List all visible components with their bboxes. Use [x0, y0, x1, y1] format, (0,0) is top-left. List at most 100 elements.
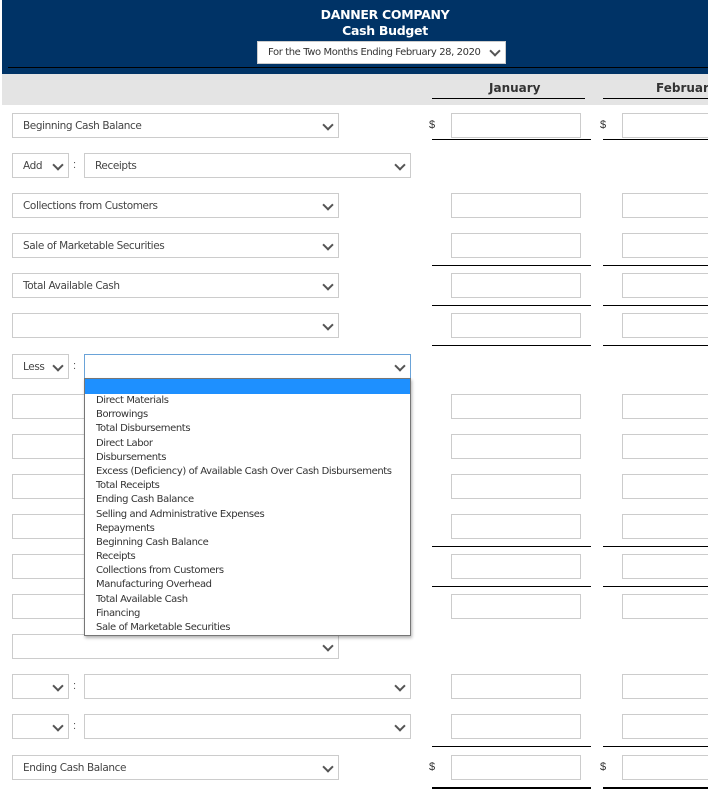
dropdown-option[interactable]: Direct Labor [85, 437, 410, 451]
total-rule [603, 787, 708, 789]
dropdown-option-blank-highlighted[interactable] [85, 379, 410, 394]
line-item-select[interactable]: Receipts [84, 153, 411, 178]
line-item-select-value: Collections from Customers [23, 200, 158, 212]
period-select[interactable]: For the Two Months Ending February 28, 2… [257, 41, 506, 64]
chevron-down-icon [322, 640, 334, 652]
operator-select-value: Add [23, 160, 43, 172]
january-amount-input[interactable] [451, 313, 581, 338]
january-amount-input[interactable] [451, 113, 581, 138]
dropdown-option[interactable]: Repayments [85, 522, 410, 536]
february-amount-input[interactable] [622, 474, 708, 499]
currency-symbol: $ [600, 119, 607, 131]
february-amount-input[interactable] [622, 554, 708, 579]
chevron-down-icon [52, 159, 64, 171]
dropdown-option[interactable]: Excess (Deficiency) of Available Cash Ov… [85, 465, 410, 479]
total-rule [603, 345, 708, 346]
february-amount-input[interactable] [622, 273, 708, 298]
january-amount-input[interactable] [451, 434, 581, 459]
colon-separator: : [73, 680, 77, 692]
colon-separator: : [73, 159, 77, 171]
dropdown-option[interactable]: Total Available Cash [85, 593, 410, 607]
currency-symbol: $ [600, 761, 607, 773]
dropdown-option[interactable]: Total Disbursements [85, 422, 410, 436]
dropdown-option[interactable]: Direct Materials [85, 394, 410, 408]
period-select-value: For the Two Months Ending February 28, 2… [268, 47, 481, 58]
january-amount-input[interactable] [451, 755, 581, 780]
january-amount-input[interactable] [451, 714, 581, 739]
line-item-select-value: Sale of Marketable Securities [23, 240, 165, 252]
total-rule [432, 305, 591, 306]
chevron-down-icon [322, 319, 334, 331]
total-rule [603, 746, 708, 747]
january-amount-input[interactable] [451, 594, 581, 619]
dropdown-option[interactable]: Sale of Marketable Securities [85, 621, 410, 635]
chevron-down-icon [394, 680, 406, 692]
line-item-select-value: Total Available Cash [23, 280, 120, 292]
chevron-down-icon [322, 239, 334, 251]
dropdown-option[interactable]: Collections from Customers [85, 564, 410, 578]
line-item-dropdown-list[interactable]: Direct Materials Borrowings Total Disburse… [84, 378, 411, 636]
column-header-february: February [656, 81, 708, 95]
february-amount-input[interactable] [622, 394, 708, 419]
currency-symbol: $ [429, 761, 436, 773]
line-item-select-value: Ending Cash Balance [23, 762, 127, 774]
operator-select[interactable]: Add [12, 153, 69, 178]
report-title: Cash Budget [342, 23, 428, 38]
operator-select[interactable] [12, 714, 69, 739]
line-item-select[interactable] [12, 313, 339, 338]
colon-separator: : [73, 360, 77, 372]
dropdown-option[interactable]: Disbursements [85, 451, 410, 465]
chevron-down-icon [394, 159, 406, 171]
january-amount-input[interactable] [451, 554, 581, 579]
operator-select[interactable]: Less [12, 354, 69, 379]
operator-select[interactable] [12, 674, 69, 699]
dropdown-option[interactable]: Ending Cash Balance [85, 493, 410, 507]
line-item-select-value: Beginning Cash Balance [23, 120, 142, 132]
january-amount-input[interactable] [451, 514, 581, 539]
line-item-select-value: Receipts [95, 160, 137, 172]
total-rule [432, 139, 591, 140]
total-rule [432, 546, 591, 547]
january-amount-input[interactable] [451, 233, 581, 258]
february-amount-input[interactable] [622, 755, 708, 780]
line-item-select[interactable] [84, 354, 411, 379]
dropdown-option[interactable]: Manufacturing Overhead [85, 578, 410, 592]
february-amount-input[interactable] [622, 193, 708, 218]
dropdown-option[interactable]: Borrowings [85, 408, 410, 422]
chevron-down-icon [322, 761, 334, 773]
february-amount-input[interactable] [622, 674, 708, 699]
line-item-select[interactable]: Sale of Marketable Securities [12, 233, 339, 258]
column-header-rule [432, 98, 585, 99]
dropdown-option[interactable]: Receipts [85, 550, 410, 564]
line-item-select[interactable]: Total Available Cash [12, 273, 339, 298]
january-amount-input[interactable] [451, 674, 581, 699]
february-amount-input[interactable] [622, 714, 708, 739]
total-rule [432, 746, 591, 747]
line-item-select[interactable]: Beginning Cash Balance [12, 113, 339, 138]
february-amount-input[interactable] [622, 313, 708, 338]
line-item-select[interactable] [84, 714, 411, 739]
line-item-select[interactable] [12, 634, 339, 659]
dropdown-option[interactable]: Financing [85, 607, 410, 621]
february-amount-input[interactable] [622, 233, 708, 258]
chevron-down-icon [52, 680, 64, 692]
chevron-down-icon [322, 119, 334, 131]
dropdown-option[interactable]: Total Receipts [85, 479, 410, 493]
total-rule [603, 546, 708, 547]
dropdown-option[interactable]: Selling and Administrative Expenses [85, 508, 410, 522]
january-amount-input[interactable] [451, 193, 581, 218]
dropdown-option[interactable]: Beginning Cash Balance [85, 536, 410, 550]
february-amount-input[interactable] [622, 514, 708, 539]
chevron-down-icon [394, 360, 406, 372]
february-amount-input[interactable] [622, 113, 708, 138]
line-item-select[interactable]: Collections from Customers [12, 193, 339, 218]
january-amount-input[interactable] [451, 273, 581, 298]
february-amount-input[interactable] [622, 434, 708, 459]
total-rule [603, 265, 708, 266]
january-amount-input[interactable] [451, 394, 581, 419]
line-item-select[interactable] [84, 674, 411, 699]
total-rule [603, 305, 708, 306]
january-amount-input[interactable] [451, 474, 581, 499]
line-item-select[interactable]: Ending Cash Balance [12, 755, 339, 780]
february-amount-input[interactable] [622, 594, 708, 619]
